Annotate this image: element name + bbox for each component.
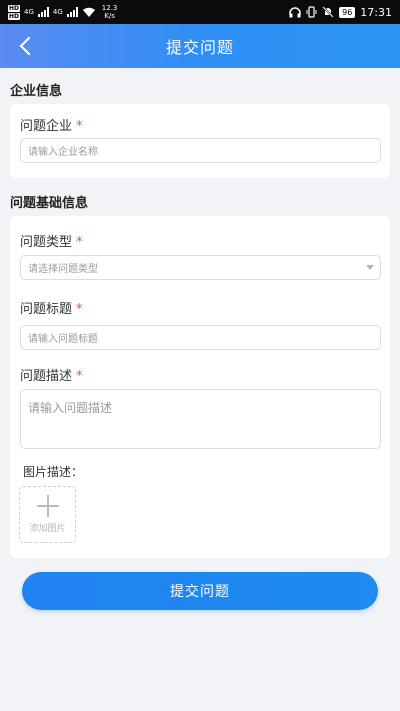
issue-type-placeholder: 请选择问题类型 xyxy=(28,264,98,275)
issue-title-placeholder: 请输入问题标题 xyxy=(28,334,98,345)
add-image-label: 添加图片 xyxy=(29,524,66,534)
wifi-icon xyxy=(82,7,95,17)
add-image-button[interactable]: 添加图片 xyxy=(19,486,76,543)
company-label-text: 问题企业 xyxy=(20,119,73,134)
headline-label-text: 问题标题 xyxy=(20,302,73,317)
description-label-text: 问题描述 xyxy=(20,369,73,384)
required-mark: * xyxy=(76,302,83,317)
section-title-basic: 问题基础信息 xyxy=(10,196,89,211)
status-bar: HD HD 4G 4G 12.3 K/s 96 17:31 xyxy=(0,0,400,24)
status-left: HD HD 4G 4G 12.3 K/s xyxy=(8,4,117,20)
required-mark: * xyxy=(76,119,83,134)
mute-bell-icon xyxy=(322,6,334,18)
field-label-description: 问题描述 * xyxy=(20,365,83,384)
battery-indicator: 96 xyxy=(339,6,356,18)
network-type-1: 4G xyxy=(24,8,34,16)
hd-badges: HD HD xyxy=(8,4,21,20)
dropdown-caret-icon xyxy=(366,265,374,270)
company-card: 问题企业 * 请输入企业名称 xyxy=(10,104,390,178)
submit-button[interactable]: 提交问题 xyxy=(22,572,378,610)
image-section-label: 图片描述： xyxy=(23,465,84,479)
field-label-type: 问题类型 * xyxy=(20,231,83,250)
company-name-input[interactable]: 请输入企业名称 xyxy=(20,138,381,163)
issue-title-input[interactable]: 请输入问题标题 xyxy=(20,325,381,350)
required-mark: * xyxy=(76,235,83,250)
required-mark: * xyxy=(76,369,83,384)
chevron-left-icon xyxy=(19,37,31,55)
network-speed: 12.3 K/s xyxy=(102,4,118,20)
company-name-placeholder: 请输入企业名称 xyxy=(28,147,98,158)
vibrate-icon xyxy=(306,6,317,18)
signal-icon-2 xyxy=(66,7,78,17)
page-title: 提交问题 xyxy=(165,38,234,57)
header-bar: 提交问题 xyxy=(0,24,400,68)
status-right: 96 17:31 xyxy=(289,6,392,19)
clock: 17:31 xyxy=(360,5,392,19)
speed-unit: K/s xyxy=(104,12,115,20)
speed-value: 12.3 xyxy=(101,4,118,12)
issue-description-placeholder: 请输入问题描述 xyxy=(28,401,113,415)
type-label-text: 问题类型 xyxy=(20,235,73,250)
network-type-2: 4G xyxy=(52,8,63,16)
issue-description-textarea[interactable]: 请输入问题描述 xyxy=(20,389,381,449)
hd-badge-2: HD xyxy=(8,12,21,20)
headphones-icon xyxy=(289,6,301,17)
hd-badge-1: HD xyxy=(8,4,21,12)
plus-icon xyxy=(36,495,59,517)
basic-info-card: 问题类型 * 请选择问题类型 问题标题 * 请输入问题标题 问题描述 * 请输入问题描… xyxy=(10,216,390,558)
section-title-company: 企业信息 xyxy=(10,84,63,99)
back-button[interactable] xyxy=(12,33,38,59)
field-label-company: 问题企业 * xyxy=(20,115,83,134)
issue-type-select[interactable]: 请选择问题类型 xyxy=(20,255,381,280)
field-label-headline: 问题标题 * xyxy=(20,298,83,317)
signal-icon xyxy=(37,7,49,17)
